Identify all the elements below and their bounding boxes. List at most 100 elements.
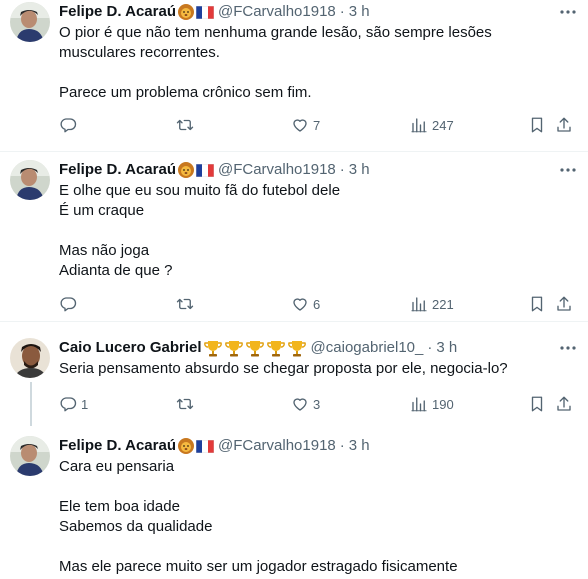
tweet-4[interactable]: Felipe D. Acaraú @FCarvalho1918 · 3 h Ca… <box>0 426 588 579</box>
like-button[interactable]: 6 <box>291 294 320 314</box>
tweet-3[interactable]: Caio Lucero Gabriel @caiogabriel10_ · 3 … <box>0 322 588 426</box>
reply-icon <box>60 297 77 312</box>
timestamp[interactable]: 3 h <box>349 160 370 180</box>
author-name[interactable]: Felipe D. Acaraú <box>59 160 176 180</box>
views-button[interactable]: 247 <box>410 115 454 135</box>
share-button[interactable] <box>555 115 573 135</box>
share-button[interactable] <box>555 394 573 414</box>
trophy-icon <box>245 339 265 357</box>
author-name[interactable]: Caio Lucero Gabriel <box>59 338 202 358</box>
more-options-icon[interactable] <box>558 160 578 180</box>
author-handle[interactable]: @FCarvalho1918 <box>218 160 336 180</box>
tweet-header: Caio Lucero Gabriel @caiogabriel10_ · 3 … <box>59 337 457 359</box>
avatar-felipe[interactable] <box>10 160 50 200</box>
tweet-line: E olhe que eu sou muito fã do futebol de… <box>59 182 341 199</box>
tweet-line <box>59 221 559 241</box>
avatar-caio[interactable] <box>10 338 50 378</box>
timestamp[interactable]: 3 h <box>349 2 370 22</box>
action-bar: 1 3 190 <box>59 394 588 414</box>
separator-dot: · <box>339 3 345 20</box>
tweet-line: Parece um problema crônico sem fim. <box>59 84 312 101</box>
avatar-felipe[interactable] <box>10 2 50 42</box>
bookmark-button[interactable] <box>528 115 546 135</box>
lion-face-icon <box>177 437 195 455</box>
france-flag-icon <box>195 439 214 453</box>
timestamp[interactable]: 3 h <box>436 338 457 358</box>
retweet-icon <box>176 398 194 410</box>
tweet-header: Felipe D. Acaraú @FCarvalho1918 · 3 h <box>59 159 370 181</box>
share-button[interactable] <box>555 294 573 314</box>
tweet-line: Adianta de que ? <box>59 262 173 279</box>
author-handle[interactable]: @caiogabriel10_ <box>311 338 424 358</box>
views-count: 190 <box>432 396 454 412</box>
author-name[interactable]: Felipe D. Acaraú <box>59 2 176 22</box>
share-icon <box>557 117 571 132</box>
tweet-header: Felipe D. Acaraú @FCarvalho1918 · 3 h <box>59 1 370 23</box>
like-button[interactable]: 7 <box>291 115 320 135</box>
avatar-felipe[interactable] <box>10 436 50 476</box>
tweet-line: Ele tem boa idade <box>59 498 180 515</box>
views-icon <box>411 118 427 133</box>
bookmark-icon <box>531 296 543 312</box>
views-button[interactable]: 221 <box>410 294 454 314</box>
reply-button[interactable] <box>59 115 81 135</box>
retweet-icon <box>176 298 194 310</box>
separator-dot: · <box>339 437 345 454</box>
lion-face-icon <box>177 3 195 21</box>
tweet-line: Seria pensamento absurdo se chegar propo… <box>59 360 508 377</box>
timestamp[interactable]: 3 h <box>349 436 370 456</box>
retweet-button[interactable] <box>175 394 199 414</box>
reply-button[interactable]: 1 <box>59 394 88 414</box>
author-name[interactable]: Felipe D. Acaraú <box>59 436 176 456</box>
separator-dot: · <box>339 161 345 178</box>
bookmark-icon <box>531 396 543 412</box>
retweet-icon <box>176 119 194 131</box>
author-handle[interactable]: @FCarvalho1918 <box>218 436 336 456</box>
reply-icon <box>60 397 77 412</box>
more-options-icon[interactable] <box>558 338 578 358</box>
tweet-line: Mas não joga <box>59 242 150 259</box>
bookmark-icon <box>531 117 543 133</box>
tweet-text: E olhe que eu sou muito fã do futebol de… <box>59 181 559 281</box>
tweet-line <box>59 537 559 557</box>
tweet-text: Cara eu pensaria Ele tem boa idade Sabem… <box>59 457 559 577</box>
views-count: 247 <box>432 117 454 133</box>
thread-connector-line <box>30 382 32 426</box>
tweet-line <box>59 63 559 83</box>
retweet-button[interactable] <box>175 115 199 135</box>
like-icon <box>293 119 307 132</box>
author-handle[interactable]: @FCarvalho1918 <box>218 2 336 22</box>
retweet-button[interactable] <box>175 294 199 314</box>
tweet-header: Felipe D. Acaraú @FCarvalho1918 · 3 h <box>59 435 370 457</box>
action-bar: 6 221 <box>59 294 588 314</box>
action-bar: 7 247 <box>59 115 588 135</box>
share-icon <box>557 396 571 411</box>
bookmark-button[interactable] <box>528 394 546 414</box>
tweet-line: musculares recorrentes. <box>59 44 220 61</box>
like-count: 6 <box>313 296 321 312</box>
tweet-line: Mas ele parece muito ser um jogador estr… <box>59 558 458 575</box>
tweet-2[interactable]: Felipe D. Acaraú @FCarvalho1918 · 3 h E … <box>0 152 588 321</box>
bookmark-button[interactable] <box>528 294 546 314</box>
trophy-icon <box>224 339 244 357</box>
like-count: 3 <box>313 396 321 412</box>
views-button[interactable]: 190 <box>410 394 454 414</box>
tweet-text: O pior é que não tem nenhuma grande lesã… <box>59 23 559 103</box>
tweet-line: O pior é que não tem nenhuma grande lesã… <box>59 24 492 41</box>
tweet-line: Cara eu pensaria <box>59 458 175 475</box>
tweet-1[interactable]: Felipe D. Acaraú @FCarvalho1918 · 3 h O … <box>0 0 588 151</box>
views-icon <box>411 297 427 312</box>
trophy-icon <box>287 339 307 357</box>
views-icon <box>411 397 427 412</box>
like-icon <box>293 298 307 311</box>
reply-button[interactable] <box>59 294 81 314</box>
tweet-line: Sabemos da qualidade <box>59 518 213 535</box>
reply-icon <box>60 118 77 133</box>
share-icon <box>557 296 571 311</box>
trophy-icon <box>203 339 223 357</box>
separator-dot: · <box>427 339 433 356</box>
tweet-text: Seria pensamento absurdo se chegar propo… <box>59 359 559 379</box>
tweet-line <box>59 477 559 497</box>
like-button[interactable]: 3 <box>291 394 320 414</box>
more-options-icon[interactable] <box>558 2 578 22</box>
